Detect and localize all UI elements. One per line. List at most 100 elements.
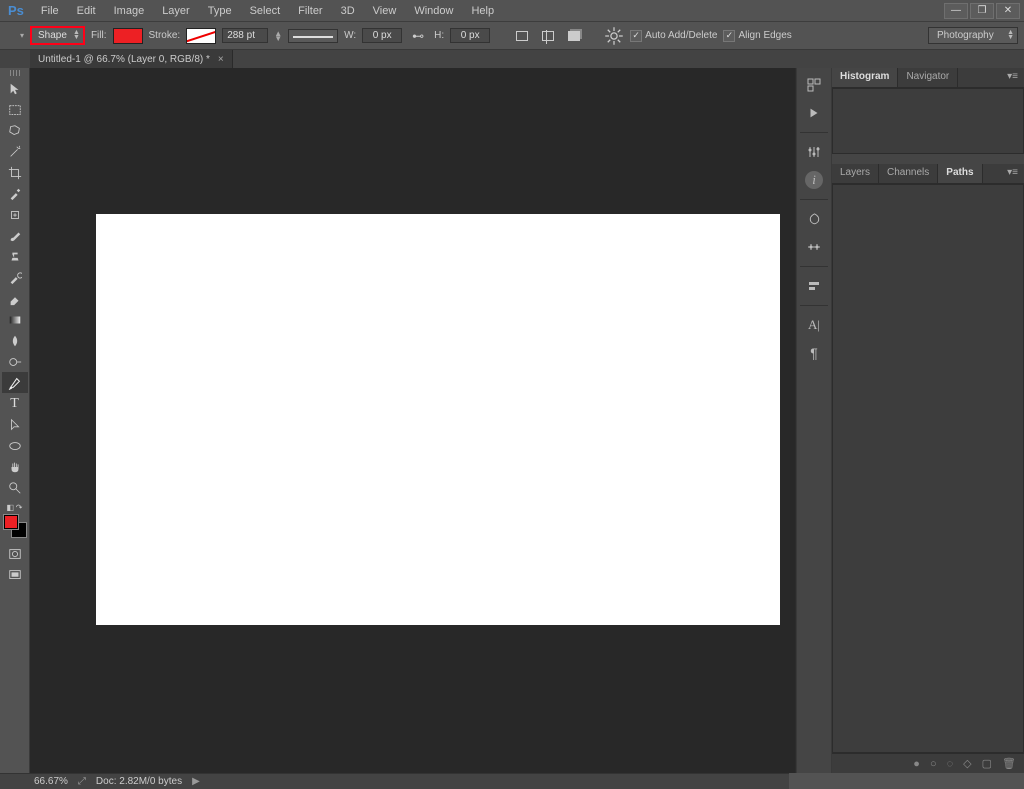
make-workpath-icon[interactable]: ◇ <box>963 757 971 770</box>
screen-mode-icon[interactable] <box>2 564 28 585</box>
toolbox-grip-icon[interactable] <box>4 70 26 76</box>
styles-panel-icon[interactable] <box>800 208 828 230</box>
fill-path-icon[interactable]: ● <box>913 758 920 770</box>
gear-icon[interactable] <box>604 26 624 46</box>
color-swap-icon[interactable]: ◧↷ <box>4 502 26 512</box>
toolbox: T ◧↷ <box>0 68 30 773</box>
height-label: H: <box>434 30 444 41</box>
stroke-color-swatch[interactable] <box>186 28 216 44</box>
eraser-tool[interactable] <box>2 288 28 309</box>
magic-wand-tool[interactable] <box>2 141 28 162</box>
menu-image[interactable]: Image <box>105 2 154 20</box>
new-path-icon[interactable]: ▢ <box>982 757 992 770</box>
status-doc-info[interactable]: Doc: 2.82M/0 bytes <box>96 776 182 787</box>
document-tab[interactable]: Untitled-1 @ 66.7% (Layer 0, RGB/8) * × <box>30 50 233 68</box>
height-field[interactable]: 0 px <box>450 28 490 43</box>
menu-filter[interactable]: Filter <box>289 2 331 20</box>
window-restore-button[interactable]: ❐ <box>970 3 994 19</box>
panel-menu-icon[interactable]: ▾≡ <box>1001 164 1024 183</box>
menu-help[interactable]: Help <box>462 2 503 20</box>
document-tab-close-icon[interactable]: × <box>218 54 224 65</box>
move-tool[interactable] <box>2 78 28 99</box>
window-minimize-button[interactable]: — <box>944 3 968 19</box>
histogram-tab[interactable]: Histogram <box>832 68 898 87</box>
type-tool[interactable]: T <box>2 393 28 414</box>
titlebar: Ps File Edit Image Layer Type Select Fil… <box>0 0 1024 22</box>
foreground-color-well[interactable] <box>4 515 18 529</box>
right-panels: Histogram Navigator ▾≡ Layers Channels P… <box>832 68 1024 773</box>
checkbox-checked-icon: ✓ <box>723 30 735 42</box>
path-align-icon[interactable] <box>538 26 558 46</box>
quick-mask-icon[interactable] <box>2 543 28 564</box>
canvas-area[interactable] <box>30 68 796 773</box>
workspace-dropdown[interactable]: Photography ▲▼ <box>928 27 1018 44</box>
paths-tab[interactable]: Paths <box>938 164 982 183</box>
dropdown-arrows-icon: ▲▼ <box>73 30 80 40</box>
tool-preset-arrow-icon[interactable]: ▾ <box>20 31 24 40</box>
navigator-tab[interactable]: Navigator <box>898 68 958 87</box>
lasso-tool[interactable] <box>2 120 28 141</box>
status-bar: 66.67% ⤢ Doc: 2.82M/0 bytes ▶ <box>0 773 789 789</box>
stroke-weight-stepper[interactable]: ▲▼ <box>274 31 282 41</box>
gradient-tool[interactable] <box>2 309 28 330</box>
shape-tool[interactable] <box>2 435 28 456</box>
align-panel-icon[interactable] <box>800 275 828 297</box>
menu-select[interactable]: Select <box>241 2 290 20</box>
path-arrange-icon[interactable] <box>564 26 584 46</box>
width-field[interactable]: 0 px <box>362 28 402 43</box>
menu-edit[interactable]: Edit <box>68 2 105 20</box>
character-panel-icon[interactable]: A| <box>800 314 828 336</box>
eyedropper-tool[interactable] <box>2 183 28 204</box>
canvas[interactable] <box>96 214 780 625</box>
adjustments-panel-icon[interactable] <box>800 141 828 163</box>
stroke-path-icon[interactable]: ○ <box>930 758 937 770</box>
link-wh-icon[interactable]: ⊷ <box>408 26 428 46</box>
layers-tab[interactable]: Layers <box>832 164 879 183</box>
blur-tool[interactable] <box>2 330 28 351</box>
crop-tool[interactable] <box>2 162 28 183</box>
load-selection-icon[interactable]: ◌ <box>947 758 954 770</box>
menu-layer[interactable]: Layer <box>153 2 199 20</box>
hand-tool[interactable] <box>2 456 28 477</box>
brush-tool[interactable] <box>2 225 28 246</box>
align-edges-checkbox[interactable]: ✓ Align Edges <box>723 30 791 42</box>
info-panel-icon[interactable]: i <box>800 169 828 191</box>
document-tab-bar: Untitled-1 @ 66.7% (Layer 0, RGB/8) * × <box>0 50 1024 68</box>
history-panel-icon[interactable] <box>800 74 828 96</box>
fill-color-swatch[interactable] <box>113 28 143 44</box>
pen-tool-icon[interactable] <box>6 28 14 44</box>
actions-panel-icon[interactable] <box>800 102 828 124</box>
menu-type[interactable]: Type <box>199 2 241 20</box>
channels-tab[interactable]: Channels <box>879 164 938 183</box>
pen-tool[interactable] <box>2 372 28 393</box>
tool-mode-dropdown[interactable]: Shape ▲▼ <box>30 26 85 45</box>
app-logo: Ps <box>8 3 24 18</box>
status-resize-icon[interactable]: ⤢ <box>78 776 86 787</box>
color-wells[interactable] <box>4 515 26 537</box>
stroke-style-dropdown[interactable] <box>288 29 338 43</box>
paragraph-panel-icon[interactable]: ¶ <box>800 342 828 364</box>
stroke-weight-field[interactable]: 288 pt <box>222 28 268 43</box>
path-operations-icon[interactable] <box>512 26 532 46</box>
spot-heal-tool[interactable] <box>2 204 28 225</box>
histogram-panel-tabs: Histogram Navigator ▾≡ <box>832 68 1024 88</box>
auto-add-delete-checkbox[interactable]: ✓ Auto Add/Delete <box>630 30 717 42</box>
panel-menu-icon[interactable]: ▾≡ <box>1001 68 1024 87</box>
status-info-arrow-icon[interactable]: ▶ <box>192 776 200 787</box>
menu-view[interactable]: View <box>364 2 406 20</box>
history-brush-tool[interactable] <box>2 267 28 288</box>
menu-file[interactable]: File <box>32 2 68 20</box>
window-close-button[interactable]: ✕ <box>996 3 1020 19</box>
dodge-tool[interactable] <box>2 351 28 372</box>
histogram-panel-body <box>832 88 1024 154</box>
zoom-tool[interactable] <box>2 477 28 498</box>
clone-stamp-tool[interactable] <box>2 246 28 267</box>
menu-3d[interactable]: 3D <box>332 2 364 20</box>
path-selection-tool[interactable] <box>2 414 28 435</box>
align-edges-label: Align Edges <box>738 30 791 41</box>
menu-window[interactable]: Window <box>405 2 462 20</box>
swatches-panel-icon[interactable] <box>800 236 828 258</box>
rect-marquee-tool[interactable] <box>2 99 28 120</box>
status-zoom[interactable]: 66.67% <box>34 776 68 787</box>
delete-path-icon[interactable]: 🗑 <box>1002 757 1016 770</box>
